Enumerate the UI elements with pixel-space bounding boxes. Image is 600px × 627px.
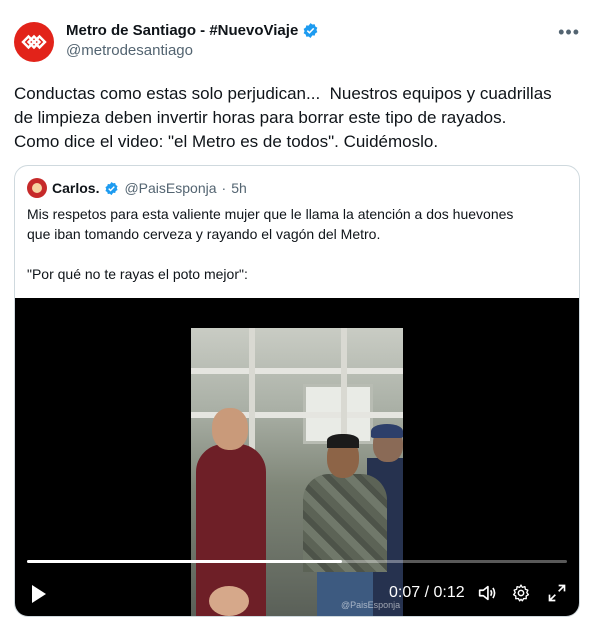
tweet-header: Metro de Santiago - #NuevoViaje @metrode…	[66, 22, 319, 59]
settings-button[interactable]	[509, 581, 533, 605]
verified-badge-icon	[105, 181, 119, 195]
quoted-handle[interactable]: @PaisEsponja	[124, 180, 216, 196]
pointing-hand	[209, 586, 249, 616]
play-icon	[32, 585, 46, 603]
meta-separator: ·	[221, 180, 227, 196]
metro-logo-icon	[21, 34, 47, 50]
quoted-text-line	[27, 244, 567, 264]
quoted-text-line: que iban tomando cerveza y rayando el va…	[27, 226, 381, 242]
quoted-tweet-card[interactable]: Carlos. @PaisEsponja · 5h Mis respetos p…	[14, 165, 580, 617]
display-name-row: Metro de Santiago - #NuevoViaje	[66, 22, 319, 39]
tweet: Metro de Santiago - #NuevoViaje @metrode…	[0, 0, 600, 627]
verified-badge-icon	[303, 23, 318, 38]
volume-button[interactable]	[475, 581, 499, 605]
passenger-maroon-jacket	[196, 408, 266, 616]
more-icon[interactable]: •••	[558, 23, 580, 41]
quoted-timestamp[interactable]: 5h	[231, 180, 247, 196]
passenger-camo-jacket	[303, 434, 387, 616]
quoted-display-name[interactable]: Carlos.	[52, 180, 99, 196]
duration: 0:12	[433, 584, 465, 601]
video-time: 0:07 / 0:12	[389, 584, 465, 602]
quoted-text-line: Mis respetos para esta valiente mujer qu…	[27, 206, 514, 222]
quoted-avatar[interactable]	[27, 178, 47, 198]
gear-icon	[512, 584, 530, 602]
video-progress-bar[interactable]	[27, 560, 567, 563]
tweet-text-line: de limpieza deben invertir horas para bo…	[14, 108, 507, 127]
fullscreen-icon	[548, 584, 566, 602]
play-button[interactable]	[27, 582, 51, 606]
quoted-text-line: "Por qué no te rayas el poto mejor":	[27, 266, 248, 282]
tweet-body: Conductas como estas solo perjudican... …	[14, 82, 586, 154]
fullscreen-button[interactable]	[545, 581, 569, 605]
grab-rail	[191, 368, 403, 374]
metro-logo-avatar[interactable]	[14, 22, 54, 62]
video-progress-fill	[27, 560, 342, 563]
volume-icon	[478, 585, 496, 601]
quoted-tweet-header: Carlos. @PaisEsponja · 5h	[27, 178, 247, 198]
current-time: 0:07	[389, 584, 421, 601]
tweet-text-line: Como dice el video: "el Metro es de todo…	[14, 132, 439, 151]
display-name[interactable]: Metro de Santiago - #NuevoViaje	[66, 22, 298, 39]
handle[interactable]: @metrodesantiago	[66, 42, 319, 59]
video-frame: @PaisEsponja	[191, 328, 403, 616]
tweet-text-line: Conductas como estas solo perjudican... …	[14, 84, 552, 103]
quoted-tweet-body: Mis respetos para esta valiente mujer qu…	[27, 204, 567, 284]
video-player[interactable]: @PaisEsponja 0:07 / 0:12	[15, 298, 579, 616]
time-separator: /	[420, 584, 434, 601]
